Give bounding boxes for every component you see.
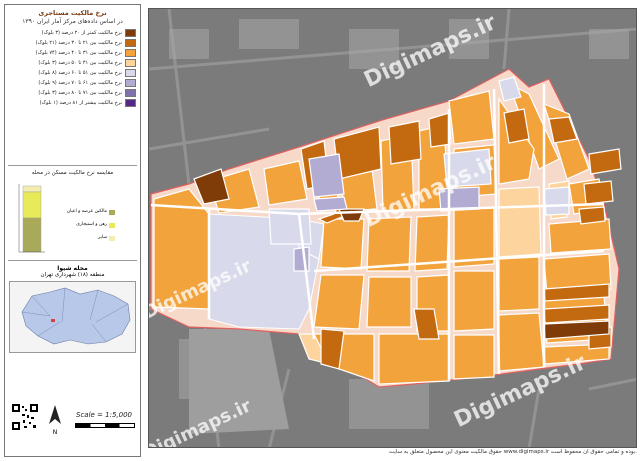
chart-legend-other: سایر (98, 235, 107, 240)
legend-item-label: نرخ مالکیت کمتر از ۲۰ درصد (۳ بلوک) (41, 29, 122, 36)
district-name: منطقه (۱۸) شهرداری تهران (40, 272, 105, 278)
legend-item-label: نرخ مالکیت بیشتر از ۸۱ درصد (۱ بلوک) (39, 99, 122, 106)
chart-title: مقایسه نرخ مالکیت مسکن در محله (31, 170, 114, 176)
legend-item-label: نرخ مالکیت بین ۷۱ تا ۸۰ درصد (۳ بلوک) (38, 89, 122, 96)
legend-swatch (125, 98, 136, 107)
ownership-chart: مالکین عرصه و اعیان رهن و استیجاری سایر (5, 178, 140, 256)
legend-item: نرخ مالکیت کمتر از ۲۰ درصد (۳ بلوک) (9, 28, 136, 37)
legend-subtitle: در اساس داده‌های مرکز آمار ایران ۱۳۹۰ (22, 18, 123, 25)
legend-item-label: نرخ مالکیت بین ۶۱ تا ۷۰ درصد (۹ بلوک) (38, 79, 122, 86)
scale-bar (75, 423, 135, 428)
legend-item: نرخ مالکیت بین ۳۱ تا ۴۰ درصد (۷۴ بلوک) (9, 48, 136, 57)
inset-map (9, 281, 136, 353)
legend-swatch (125, 88, 136, 97)
legend-swatch (125, 78, 136, 87)
map-canvas[interactable] (149, 9, 637, 448)
stacked-bar (22, 185, 42, 253)
north-arrow-icon (47, 404, 63, 428)
neighborhood-name: محله شیوا (57, 265, 88, 272)
legend-item: نرخ مالکیت بین ۲۱ تا ۳۰ درصد (۲۱ بلوک) (9, 38, 136, 47)
legend-item: نرخ مالکیت بیشتر از ۸۱ درصد (۱ بلوک) (9, 98, 136, 107)
legend-swatch (125, 58, 136, 67)
map-sidebar: نرخ مالکیت مستاجری در اساس داده‌های مرکز… (4, 4, 141, 457)
legend-list: نرخ مالکیت کمتر از ۲۰ درصد (۳ بلوک) نرخ م… (5, 28, 140, 107)
legend-item: نرخ مالکیت بین ۶۱ تا ۷۰ درصد (۹ بلوک) (9, 78, 136, 87)
legend-item-label: نرخ مالکیت بین ۵۱ تا ۶۰ درصد (۸ بلوک) (38, 69, 122, 76)
legend-item: نرخ مالکیت بین ۵۱ تا ۶۰ درصد (۸ بلوک) (9, 68, 136, 77)
legend-item-label: نرخ مالکیت بین ۲۱ تا ۳۰ درصد (۲۱ بلوک) (35, 39, 122, 46)
qr-code-icon (11, 403, 39, 431)
legend-swatch (125, 68, 136, 77)
legend-swatch (125, 28, 136, 37)
map-frame[interactable]: Digimaps.ir Digimaps.ir Digimaps.ir Digi… (148, 8, 637, 448)
copyright-footer: حقوق مالکیت معنوی این محصول متعلق به سای… (388, 449, 637, 455)
legend-item: نرخ مالکیت بین ۴۱ تا ۵۰ درصد (۳ بلوک) (9, 58, 136, 67)
chart-legend-rent: رهن و استیجاری (76, 222, 107, 227)
legend-swatch (125, 48, 136, 57)
legend-swatch (125, 38, 136, 47)
chart-legend-owner: مالکین عرصه و اعیان (66, 209, 107, 214)
legend-title: نرخ مالکیت مستاجری (38, 9, 107, 17)
legend-item-label: نرخ مالکیت بین ۳۱ تا ۴۰ درصد (۷۴ بلوک) (35, 49, 122, 56)
legend-item-label: نرخ مالکیت بین ۴۱ تا ۵۰ درصد (۳ بلوک) (38, 59, 122, 66)
legend-item: نرخ مالکیت بین ۷۱ تا ۸۰ درصد (۳ بلوک) (9, 88, 136, 97)
north-label: N (52, 429, 58, 436)
scale-text: Scale = 1:5,000 (76, 411, 132, 419)
